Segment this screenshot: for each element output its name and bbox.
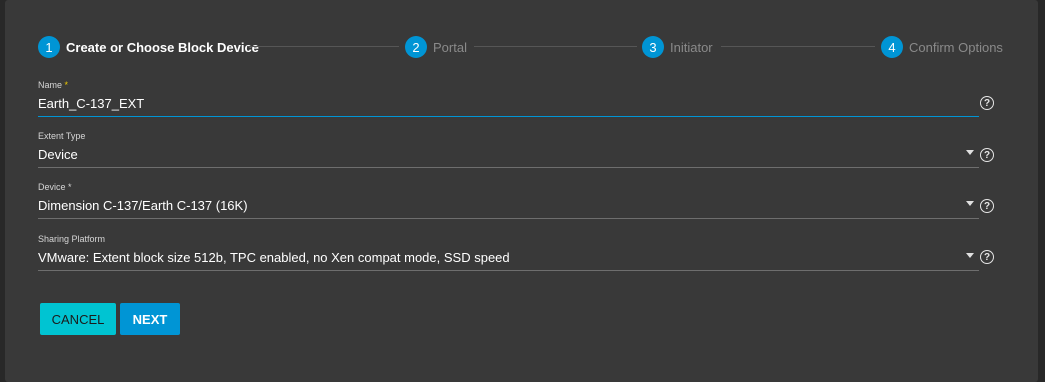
required-asterisk: * [68, 182, 72, 192]
step-connector [474, 46, 637, 47]
step-label: Initiator [670, 39, 713, 55]
step-number-badge: 3 [642, 36, 664, 58]
step-number-badge: 4 [881, 36, 903, 58]
name-help-icon[interactable]: ? [980, 96, 994, 110]
device-help-icon[interactable]: ? [980, 199, 994, 213]
device-select[interactable]: Device * Dimension C-137/Earth C-137 (16… [38, 181, 979, 219]
extent-type-underline [38, 167, 979, 168]
required-asterisk: * [64, 80, 69, 90]
sharing-platform-value[interactable]: VMware: Extent block size 512b, TPC enab… [38, 248, 979, 268]
extent-type-help-icon[interactable]: ? [980, 148, 994, 162]
name-input[interactable]: Earth_C-137_EXT [38, 94, 979, 114]
step-confirm-options[interactable]: 4 Confirm Options [881, 36, 1003, 58]
extent-type-value[interactable]: Device [38, 145, 979, 165]
device-value[interactable]: Dimension C-137/Earth C-137 (16K) [38, 196, 979, 216]
sharing-platform-label: Sharing Platform [38, 234, 106, 244]
step-label: Confirm Options [909, 39, 1003, 55]
cancel-button[interactable]: CANCEL [40, 303, 116, 335]
extent-type-select[interactable]: Extent Type Device [38, 130, 979, 168]
name-underline [38, 116, 979, 117]
step-number-badge: 1 [38, 36, 60, 58]
chevron-down-icon[interactable] [966, 201, 974, 206]
name-field[interactable]: Name * Earth_C-137_EXT [38, 79, 979, 117]
next-button[interactable]: NEXT [120, 303, 180, 335]
step-portal[interactable]: 2 Portal [405, 36, 467, 58]
step-connector [247, 46, 399, 47]
chevron-down-icon[interactable] [966, 253, 974, 258]
device-underline [38, 218, 979, 219]
step-initiator[interactable]: 3 Initiator [642, 36, 713, 58]
chevron-down-icon[interactable] [966, 150, 974, 155]
sharing-platform-select[interactable]: Sharing Platform VMware: Extent block si… [38, 233, 979, 271]
sharing-platform-underline [38, 270, 979, 271]
name-label: Name * [38, 80, 69, 90]
device-label: Device * [38, 182, 72, 192]
step-label: Create or Choose Block Device [66, 39, 259, 55]
wizard-card: 1 Create or Choose Block Device 2 Portal… [5, 0, 1038, 382]
step-label: Portal [433, 39, 467, 55]
step-connector [721, 46, 875, 47]
step-create-block-device[interactable]: 1 Create or Choose Block Device [38, 36, 259, 58]
step-number-badge: 2 [405, 36, 427, 58]
extent-type-label: Extent Type [38, 131, 86, 141]
sharing-platform-help-icon[interactable]: ? [980, 250, 994, 264]
